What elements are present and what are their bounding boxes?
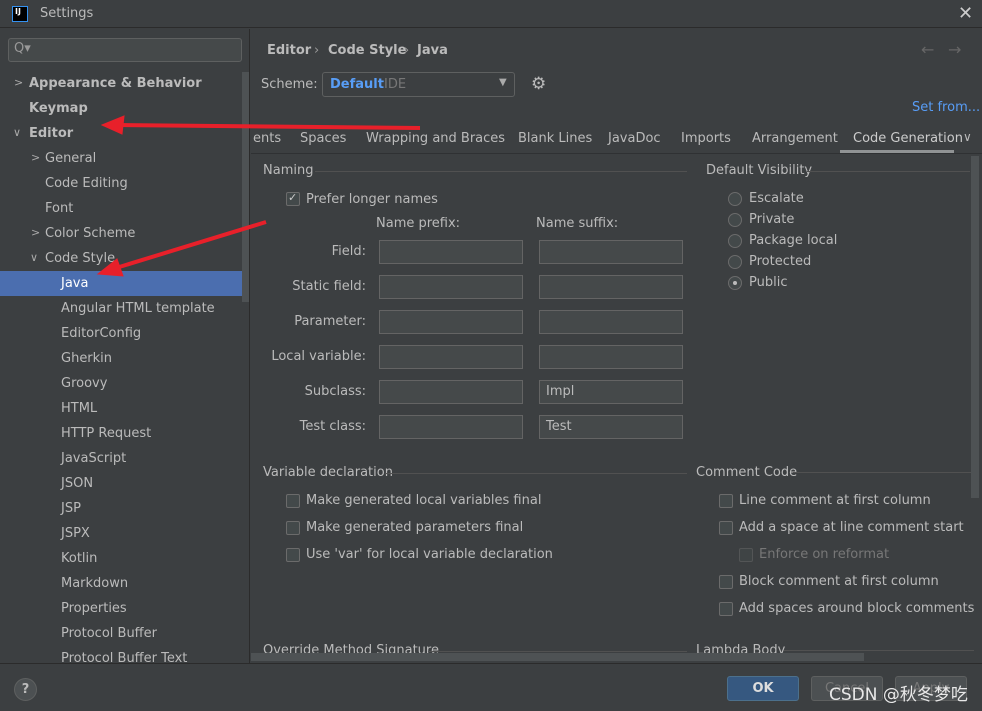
red-arrow-java: [96, 220, 267, 277]
red-arrow-editor: [100, 115, 421, 135]
annotation-arrows: [96, 115, 421, 277]
